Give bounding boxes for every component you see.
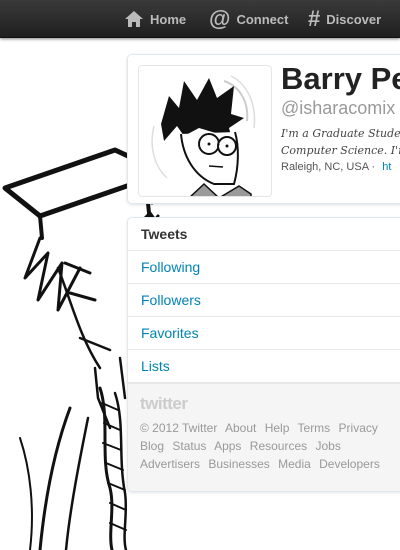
footer-link-resources[interactable]: Resources (250, 439, 307, 453)
home-icon (124, 10, 144, 28)
footer-copyright: © 2012 Twitter (140, 421, 218, 435)
footer-link-developers[interactable]: Developers (319, 457, 380, 471)
footer-link-media[interactable]: Media (278, 457, 311, 471)
global-nav-bar: Home @ Connect # Discover (0, 0, 400, 38)
sidenav-item-lists[interactable]: Lists (128, 350, 400, 383)
footer-link-terms[interactable]: Terms (298, 421, 331, 435)
nav-discover-label: Discover (326, 11, 382, 27)
profile-bio: I'm a Graduate Studen Computer Science. … (281, 125, 400, 159)
footer-links-row: Blog Status Apps Resources Jobs (140, 437, 400, 455)
footer-link-blog[interactable]: Blog (140, 439, 164, 453)
nav-home-link[interactable]: Home (124, 0, 186, 38)
profile-meta: Raleigh, NC, USA · ht (281, 161, 391, 173)
profile-bio-line: I'm a Graduate Studen (281, 127, 400, 140)
footer-link-businesses[interactable]: Businesses (208, 457, 269, 471)
footer-link-jobs[interactable]: Jobs (315, 439, 340, 453)
hash-icon: # (308, 6, 321, 31)
avatar[interactable] (138, 65, 272, 197)
sidenav-item-followers[interactable]: Followers (128, 284, 400, 317)
profile-meta-separator: · (371, 161, 376, 173)
profile-url-link[interactable]: ht (382, 161, 391, 173)
at-icon: @ (209, 6, 231, 31)
twitter-logo[interactable]: twitter (140, 394, 400, 414)
footer-link-advertisers[interactable]: Advertisers (140, 457, 200, 471)
footer-link-apps[interactable]: Apps (214, 439, 241, 453)
sidenav-item-favorites[interactable]: Favorites (128, 317, 400, 350)
profile-bio-line: Computer Science. I'm (281, 144, 400, 157)
sidenav-item-tweets[interactable]: Tweets (128, 218, 400, 251)
profile-handle: @isharacomix (281, 98, 396, 118)
footer: twitter © 2012 Twitter About Help Terms … (128, 383, 400, 491)
profile-side-nav: Tweets Following Followers Favorites Lis… (127, 217, 400, 492)
footer-links-row: © 2012 Twitter About Help Terms Privacy (140, 419, 400, 437)
footer-link-status[interactable]: Status (172, 439, 206, 453)
nav-connect-label: Connect (236, 11, 289, 27)
nav-connect-link[interactable]: @ Connect (209, 0, 288, 38)
footer-links-row: Advertisers Businesses Media Developers (140, 455, 400, 473)
profile-location: Raleigh, NC, USA (281, 161, 369, 173)
footer-link-about[interactable]: About (225, 421, 256, 435)
sidenav-item-following[interactable]: Following (128, 251, 400, 284)
profile-card: Barry Pe @isharacomix I'm a Graduate Stu… (127, 54, 400, 204)
nav-home-label: Home (150, 11, 187, 27)
footer-link-help[interactable]: Help (265, 421, 290, 435)
profile-name: Barry Pe (281, 61, 400, 96)
footer-link-privacy[interactable]: Privacy (339, 421, 378, 435)
nav-discover-link[interactable]: # Discover (308, 0, 381, 38)
